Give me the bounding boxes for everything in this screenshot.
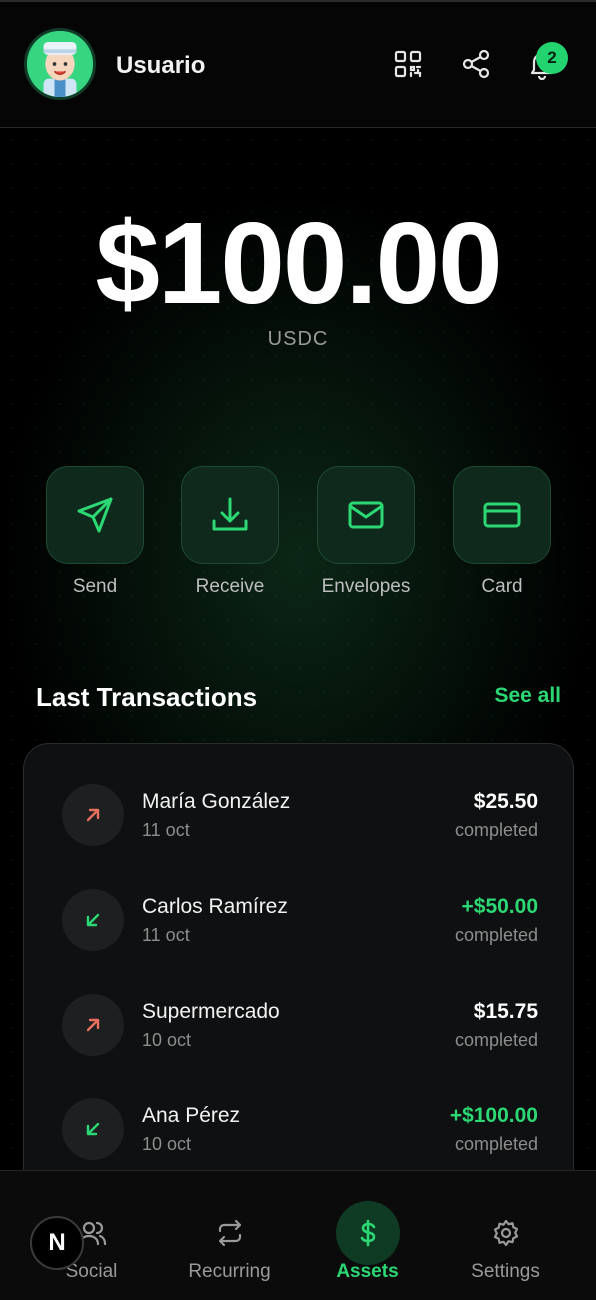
transaction-date: 10 oct bbox=[142, 1134, 192, 1154]
transaction-row[interactable]: Supermercado 10 oct $15.75 completed bbox=[62, 992, 538, 1056]
dollar-icon bbox=[335, 1201, 400, 1265]
transaction-status: completed bbox=[454, 925, 538, 945]
avatar[interactable] bbox=[24, 28, 96, 100]
incoming-arrow-icon bbox=[62, 889, 124, 951]
incoming-arrow-icon bbox=[62, 1098, 124, 1160]
app-header: Usuario 2 bbox=[0, 0, 596, 128]
nav-label-settings: Settings bbox=[471, 1261, 540, 1282]
transaction-status: completed bbox=[454, 1134, 538, 1154]
gear-icon bbox=[474, 1201, 538, 1265]
transaction-row[interactable]: Carlos Ramírez 11 oct +$50.00 completed bbox=[62, 887, 538, 951]
credit-card-icon bbox=[483, 502, 521, 528]
outgoing-arrow-icon bbox=[62, 994, 124, 1056]
transaction-name: Ana Pérez bbox=[142, 1104, 241, 1127]
transaction-status: completed bbox=[454, 1030, 538, 1050]
transaction-date: 10 oct bbox=[142, 1030, 192, 1050]
send-icon bbox=[77, 497, 113, 533]
transaction-amount: $25.50 bbox=[473, 790, 538, 813]
transaction-row[interactable]: María González 11 oct $25.50 completed bbox=[62, 782, 538, 846]
nav-item-assets[interactable]: Assets bbox=[293, 1171, 442, 1300]
notification-badge: 2 bbox=[536, 42, 568, 74]
nav-item-recurring[interactable]: Recurring bbox=[155, 1171, 304, 1300]
transaction-status: completed bbox=[454, 820, 538, 840]
qr-code-icon[interactable] bbox=[392, 48, 424, 80]
transaction-amount: $15.75 bbox=[473, 1000, 538, 1023]
nav-label-recurring: Recurring bbox=[188, 1261, 271, 1282]
transaction-name: Carlos Ramírez bbox=[142, 895, 288, 918]
see-all-link[interactable]: See all bbox=[494, 684, 561, 708]
download-icon bbox=[212, 497, 248, 531]
card-button[interactable]: Card bbox=[453, 466, 551, 598]
transaction-date: 11 oct bbox=[142, 925, 190, 945]
balance-currency: USDC bbox=[267, 328, 329, 350]
n-floating-button[interactable]: N bbox=[30, 1216, 84, 1270]
envelopes-button[interactable]: Envelopes bbox=[317, 466, 415, 598]
receive-button[interactable]: Receive bbox=[181, 466, 279, 598]
transactions-title: Last Transactions bbox=[36, 682, 258, 712]
send-label: Send bbox=[72, 576, 118, 597]
card-button-tile[interactable] bbox=[453, 466, 551, 564]
share-icon[interactable] bbox=[460, 48, 492, 80]
nav-item-settings[interactable]: Settings bbox=[431, 1171, 580, 1300]
transaction-name: María González bbox=[142, 790, 291, 813]
transaction-amount: +$100.00 bbox=[449, 1104, 538, 1127]
avatar-illustration bbox=[27, 31, 93, 97]
outgoing-arrow-icon bbox=[62, 784, 124, 846]
card-label: Card bbox=[481, 576, 523, 597]
username: Usuario bbox=[116, 52, 206, 79]
envelope-icon bbox=[348, 501, 384, 529]
send-button[interactable]: Send bbox=[46, 466, 144, 598]
bottom-nav: Social Recurring Assets Settings bbox=[0, 1170, 596, 1300]
nav-label-assets: Assets bbox=[336, 1261, 399, 1282]
receive-label: Receive bbox=[195, 576, 265, 597]
transaction-row[interactable]: Ana Pérez 10 oct +$100.00 completed bbox=[62, 1096, 538, 1160]
transaction-amount: +$50.00 bbox=[461, 895, 539, 918]
receive-button-tile[interactable] bbox=[181, 466, 279, 564]
transaction-name: Supermercado bbox=[142, 1000, 280, 1023]
transactions-card: María González 11 oct $25.50 completed C… bbox=[23, 743, 574, 1203]
envelopes-button-tile[interactable] bbox=[317, 466, 415, 564]
send-button-tile[interactable] bbox=[46, 466, 144, 564]
repeat-icon bbox=[198, 1201, 262, 1265]
transaction-date: 11 oct bbox=[142, 820, 190, 840]
envelopes-label: Envelopes bbox=[321, 576, 411, 597]
nav-label-social: Social bbox=[65, 1261, 118, 1282]
balance-amount: $100.00 bbox=[95, 198, 502, 328]
